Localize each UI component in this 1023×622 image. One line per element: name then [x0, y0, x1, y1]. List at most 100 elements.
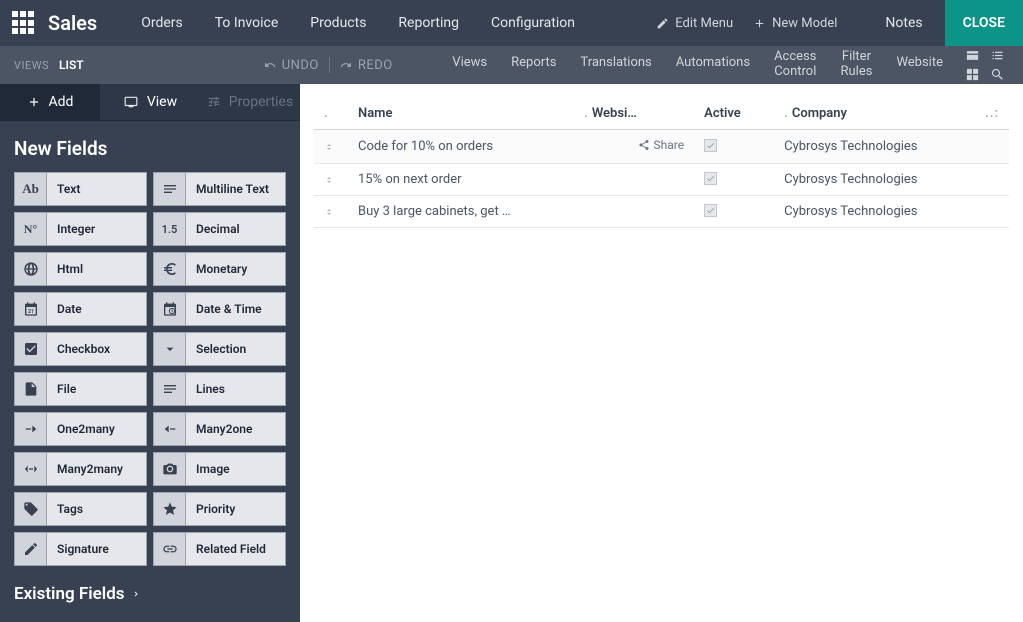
field-type-signature[interactable]: Signature: [14, 532, 147, 566]
field-type-date-time[interactable]: Date & Time: [153, 292, 286, 326]
field-type-label: Html: [47, 262, 93, 276]
tab-add-label: Add: [49, 94, 74, 110]
main-nav: Orders To Invoice Products Reporting Con…: [125, 1, 591, 45]
undo-button[interactable]: UNDO: [264, 58, 319, 73]
field-type-icon: [154, 533, 186, 565]
nav-products[interactable]: Products: [294, 1, 382, 45]
col-company[interactable]: Company: [774, 98, 975, 130]
chevron-right-icon: [131, 587, 141, 601]
field-type-monetary[interactable]: Monetary: [153, 252, 286, 286]
table-row[interactable]: Buy 3 large cabinets, get …Cybrosys Tech…: [314, 196, 1009, 228]
new-model-button[interactable]: New Model: [753, 16, 837, 31]
field-type-icon: N°: [15, 213, 47, 245]
tab-view[interactable]: View: [100, 84, 200, 120]
tab-add[interactable]: Add: [0, 84, 100, 120]
field-type-tags[interactable]: Tags: [14, 492, 147, 526]
share-icon: [638, 139, 650, 151]
drag-handle[interactable]: [314, 164, 348, 196]
fields-grid: AbTextMultiline TextN°Integer1.5DecimalH…: [0, 172, 300, 566]
checkbox-checked-icon: [704, 139, 717, 152]
field-type-checkbox[interactable]: Checkbox: [14, 332, 147, 366]
field-type-label: Many2many: [47, 462, 133, 476]
field-type-text[interactable]: AbText: [14, 172, 147, 206]
field-type-icon: Ab: [15, 173, 47, 205]
plus-icon: [27, 95, 41, 109]
field-type-priority[interactable]: Priority: [153, 492, 286, 526]
field-type-label: Multiline Text: [186, 182, 279, 196]
share-button[interactable]: Share: [638, 138, 685, 152]
edit-menu-button[interactable]: Edit Menu: [656, 16, 733, 31]
sec-nav-views[interactable]: Views: [440, 45, 499, 85]
col-name[interactable]: Name: [348, 98, 574, 130]
redo-button[interactable]: REDO: [340, 58, 393, 73]
sort-icon: [324, 141, 334, 153]
col-active[interactable]: Active: [694, 98, 774, 130]
secondary-view-switcher: [965, 48, 1009, 82]
existing-fields-toggle[interactable]: Existing Fields: [0, 566, 300, 622]
cell-name: Code for 10% on orders: [348, 130, 574, 164]
list-view-icon[interactable]: [990, 48, 1005, 63]
col-website[interactable]: Websi…: [574, 98, 694, 130]
records-table: Name Websi… Active Company ..: Code for …: [314, 98, 1009, 228]
field-type-many2many[interactable]: Many2many: [14, 452, 147, 486]
field-type-selection[interactable]: Selection: [153, 332, 286, 366]
sec-nav-filter-rules[interactable]: Filter Rules: [828, 45, 884, 85]
field-type-decimal[interactable]: 1.5Decimal: [153, 212, 286, 246]
field-type-file[interactable]: File: [14, 372, 147, 406]
cell-active[interactable]: [694, 196, 774, 228]
nav-orders[interactable]: Orders: [125, 1, 199, 45]
grid-view-icon[interactable]: [965, 67, 980, 82]
sort-icon: [324, 206, 334, 218]
svg-text:21: 21: [27, 309, 33, 315]
field-type-icon: [154, 293, 186, 325]
field-type-icon: [154, 253, 186, 285]
drag-handle[interactable]: [314, 196, 348, 228]
col-more[interactable]: ..:: [975, 98, 1009, 130]
sidebar-tabs: Add View Properties: [0, 84, 300, 121]
field-type-icon: [15, 533, 47, 565]
views-list[interactable]: LIST: [59, 58, 84, 72]
field-type-label: Integer: [47, 222, 105, 236]
field-type-one2many[interactable]: One2many: [14, 412, 147, 446]
nav-to-invoice[interactable]: To Invoice: [199, 1, 295, 45]
card-view-icon[interactable]: [965, 48, 980, 63]
field-type-many2one[interactable]: Many2one: [153, 412, 286, 446]
sec-nav-reports[interactable]: Reports: [499, 45, 568, 85]
field-type-multiline-text[interactable]: Multiline Text: [153, 172, 286, 206]
new-fields-title: New Fields: [0, 121, 300, 172]
nav-configuration[interactable]: Configuration: [475, 1, 591, 45]
cell-active[interactable]: [694, 164, 774, 196]
close-button[interactable]: CLOSE: [945, 0, 1023, 46]
field-type-lines[interactable]: Lines: [153, 372, 286, 406]
field-type-image[interactable]: Image: [153, 452, 286, 486]
sec-nav-website[interactable]: Website: [884, 45, 955, 85]
cell-company: Cybrosys Technologies: [774, 130, 975, 164]
field-type-related-field[interactable]: Related Field: [153, 532, 286, 566]
views-label: VIEWS: [14, 59, 49, 72]
sliders-icon: [207, 95, 221, 109]
sec-nav-automations[interactable]: Automations: [664, 45, 762, 85]
field-type-html[interactable]: Html: [14, 252, 147, 286]
sec-nav-translations[interactable]: Translations: [568, 45, 663, 85]
table-row[interactable]: Code for 10% on orders Share Cybrosys Tech…: [314, 130, 1009, 164]
existing-fields-label: Existing Fields: [14, 584, 125, 604]
apps-grid-icon[interactable]: [12, 11, 36, 35]
cell-active[interactable]: [694, 130, 774, 164]
nav-reporting[interactable]: Reporting: [382, 1, 475, 45]
top-header: Sales Orders To Invoice Products Reporti…: [0, 0, 1023, 46]
table-row[interactable]: 15% on next orderCybrosys Technologies: [314, 164, 1009, 196]
field-type-integer[interactable]: N°Integer: [14, 212, 147, 246]
drag-handle[interactable]: [314, 130, 348, 164]
field-type-date[interactable]: 21Date: [14, 292, 147, 326]
field-type-icon: [154, 453, 186, 485]
cell-company: Cybrosys Technologies: [774, 164, 975, 196]
edit-actions: Edit Menu New Model: [656, 16, 837, 31]
redo-icon: [340, 59, 352, 71]
field-type-label: Related Field: [186, 542, 276, 556]
search-icon[interactable]: [990, 67, 1005, 82]
sec-nav-access-control[interactable]: Access Control: [762, 45, 828, 85]
tab-properties[interactable]: Properties: [200, 84, 300, 120]
field-type-icon: 1.5: [154, 213, 186, 245]
tab-properties-label: Properties: [229, 94, 293, 110]
notes-button[interactable]: Notes: [867, 1, 940, 45]
